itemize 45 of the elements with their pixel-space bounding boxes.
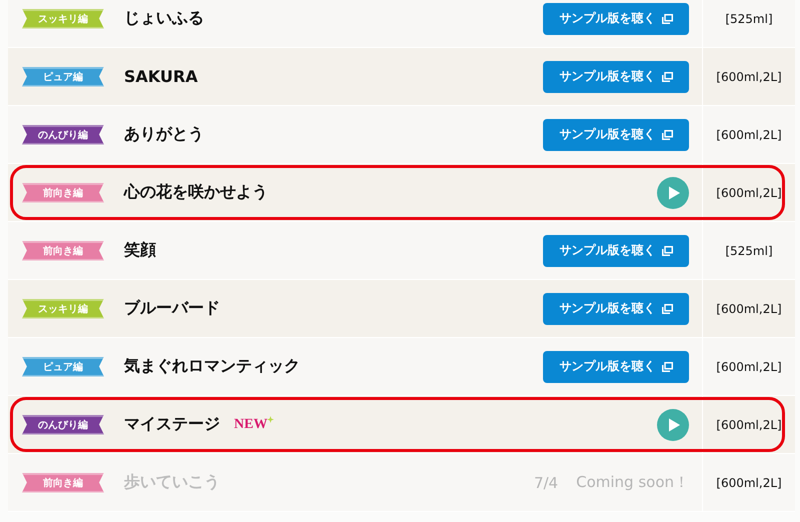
genre-ribbon: 前向き編 xyxy=(22,240,104,260)
sparkle-icon xyxy=(267,416,274,423)
new-label: NEW xyxy=(234,416,268,432)
window-icon xyxy=(662,304,672,314)
size-label: [600ml,2L] xyxy=(716,360,782,374)
window-icon xyxy=(662,362,672,372)
window-icon xyxy=(662,130,672,140)
sample-button[interactable]: サンプル版を聴く xyxy=(543,118,689,150)
sample-button[interactable]: サンプル版を聴く xyxy=(543,60,689,92)
sample-button[interactable]: サンプル版を聴く xyxy=(543,2,689,34)
play-button[interactable] xyxy=(657,176,689,208)
song-title: ブルーバード xyxy=(124,298,220,319)
genre-ribbon: 前向き編 xyxy=(22,182,104,202)
genre-ribbon: 前向き編 xyxy=(22,472,104,492)
genre-ribbon: ピュア編 xyxy=(22,66,104,86)
sample-button[interactable]: サンプル版を聴く xyxy=(543,292,689,324)
song-title: ありがとう xyxy=(124,124,204,145)
sample-button[interactable]: サンプル版を聴く xyxy=(543,350,689,382)
song-title: マイステージ xyxy=(124,414,220,435)
genre-ribbon: スッキリ編 xyxy=(22,298,104,318)
size-label: [600ml,2L] xyxy=(716,186,782,200)
song-title: 心の花を咲かせよう xyxy=(124,182,268,203)
play-button[interactable] xyxy=(657,408,689,440)
window-icon xyxy=(662,246,672,256)
song-title: SAKURA xyxy=(124,67,198,86)
size-label: [525ml] xyxy=(725,12,773,26)
window-icon xyxy=(662,14,672,24)
size-label: [600ml,2L] xyxy=(716,128,782,142)
song-title: 笑顔 xyxy=(124,240,156,261)
window-icon xyxy=(662,72,672,82)
size-label: [600ml,2L] xyxy=(716,418,782,432)
size-label: [525ml] xyxy=(725,244,773,258)
song-title: 気まぐれロマンティック xyxy=(124,356,300,377)
sample-button[interactable]: サンプル版を聴く xyxy=(543,234,689,266)
size-label: [600ml,2L] xyxy=(716,302,782,316)
genre-ribbon: ピュア編 xyxy=(22,356,104,376)
coming-soon-text: Coming soon！ xyxy=(576,473,689,492)
genre-ribbon: のんびり編 xyxy=(22,414,104,434)
genre-ribbon: スッキリ編 xyxy=(22,8,104,28)
song-title: じょいふる xyxy=(124,8,204,29)
genre-ribbon: のんびり編 xyxy=(22,124,104,144)
size-label: [600ml,2L] xyxy=(716,70,782,84)
song-title: 歩いていこう xyxy=(124,472,220,493)
size-label: [600ml,2L] xyxy=(716,476,782,490)
release-date: 7/4 xyxy=(534,474,558,492)
